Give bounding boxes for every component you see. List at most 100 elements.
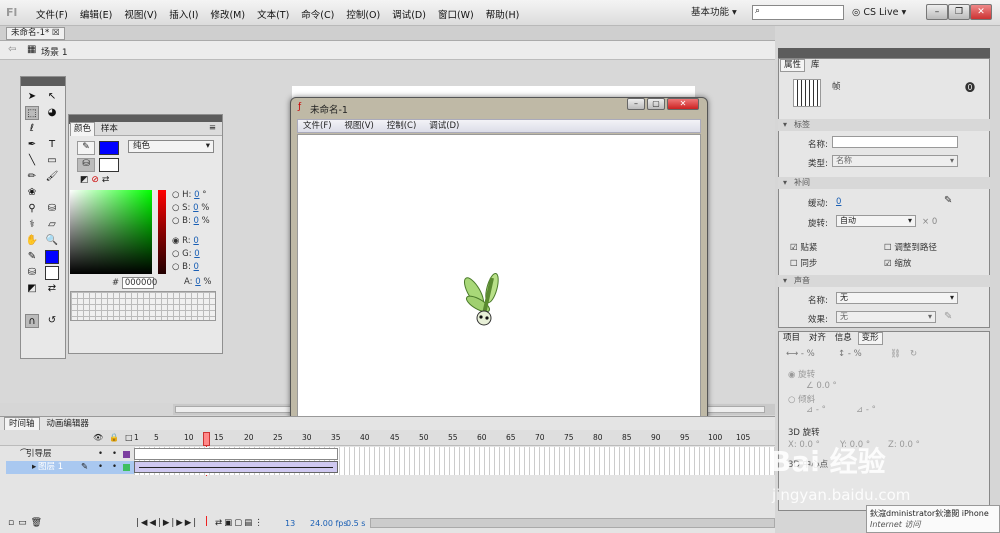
layer-visible-dot[interactable]: • [98,448,103,461]
free-transform-tool-icon[interactable]: ⬚ [25,106,39,120]
prev-frame-icon[interactable]: ◀| [149,518,162,528]
layer-visible-dot[interactable]: • [98,461,103,474]
next-frame-icon[interactable]: |▶ [171,518,184,528]
tab-info[interactable]: 信息 [832,333,855,344]
menu-insert[interactable]: 插入(I) [163,7,204,21]
current-frame[interactable]: 13 [285,519,295,528]
eraser-tool-icon[interactable]: ▱ [45,218,59,232]
menu-edit[interactable]: 编辑(E) [74,7,118,21]
rotate-radio[interactable]: ◉ 旋转 [788,368,815,380]
hex-field[interactable]: # 000000 [112,277,157,289]
fill-swatch[interactable] [99,158,119,172]
pencil-tool-icon[interactable]: ✏ [25,170,39,184]
hand-tool-icon[interactable]: ✋ [25,234,39,248]
snap-checkbox[interactable]: ☑ 贴紧 [790,241,817,253]
menu-view[interactable]: 视图(V) [118,7,163,21]
flash-close-button[interactable]: ✕ [667,98,699,110]
layer-guide[interactable]: ⌒ 引导层 • • [6,448,134,461]
frame-rate[interactable]: 24.00 fps [310,519,348,528]
flash-minimize-button[interactable]: – [627,98,645,110]
color-picker-field[interactable] [70,190,152,274]
fill-color-icon[interactable]: ⛁ [25,266,39,280]
paint-bucket-tool-icon[interactable]: ⛁ [45,202,59,216]
effect-select[interactable]: 无 ▾ [836,311,936,323]
hsb-h[interactable]: ○ H: 0 ° [172,190,206,200]
lasso-tool-icon[interactable]: ℓ [25,122,39,136]
panel-menu-icon[interactable]: ≡ [206,122,219,135]
minimize-button[interactable]: – [926,4,948,20]
eye-icon[interactable]: 👁 [93,433,109,442]
snap-magnet-icon[interactable]: ∩ [25,314,39,328]
flash-maximize-button[interactable]: ▢ [647,98,665,110]
smooth-icon[interactable]: ↺ [45,314,59,328]
tab-motion-editor[interactable]: 动画编辑器 [42,418,93,430]
layer-lock-dot[interactable]: • [112,448,117,461]
width-percent[interactable]: ⟷ - % [786,349,815,359]
flash-menu-control[interactable]: 控制(C) [382,121,422,131]
delete-layer-icon[interactable]: 🗑 [31,518,46,528]
edit-sound-icon[interactable]: ✎ [944,311,952,322]
back-arrow-icon[interactable]: ⇦ [8,44,16,55]
restore-button[interactable]: ❐ [948,4,970,20]
hsb-s[interactable]: ○ S: 0 % [172,203,209,213]
sync-checkbox[interactable]: ☐ 同步 [790,257,817,269]
swap-colors-icon[interactable]: ⇄ [102,175,110,185]
default-colors-icon[interactable]: ◩ [80,175,89,185]
stroke-color-icon[interactable]: ✎ [25,250,39,264]
rotate-value-field[interactable]: ∠ 0.0 ° [806,381,837,391]
tab-swatches[interactable]: 样本 [98,123,121,136]
last-frame-icon[interactable]: ▶| [185,518,198,528]
menu-window[interactable]: 窗口(W) [432,7,480,21]
hsb-b[interactable]: ○ B: 0 % [172,216,210,226]
menu-modify[interactable]: 修改(M) [204,7,251,21]
layer-1[interactable]: ▸ 图层 1 ✎ • • [6,461,134,474]
pen-tool-icon[interactable]: ✒ [25,138,39,152]
flash-menu-view[interactable]: 视图(V) [339,121,378,131]
guide-frames-span[interactable] [134,448,338,460]
swap-colors-icon[interactable]: ⇄ [45,282,59,296]
no-color-icon[interactable]: ⊘ [91,175,99,185]
first-frame-icon[interactable]: |◀ [136,518,149,528]
reset-icon[interactable]: ↻ [910,349,917,359]
tab-transform[interactable]: 变形 [857,332,883,345]
fill-type-select[interactable]: 纯色 ▾ [128,140,214,153]
new-layer-icon[interactable]: ▫ [8,518,18,528]
zoom-tool-icon[interactable]: 🔍 [45,234,59,248]
frame-ruler[interactable]: 1 5 10 15 20 25 30 35 40 45 50 55 60 65 … [134,433,775,445]
close-icon[interactable]: ☒ [52,28,60,38]
menu-control[interactable]: 控制(O) [340,7,386,21]
edit-ease-icon[interactable]: ✎ [944,195,952,206]
tab-color[interactable]: 颜色 [70,122,96,136]
edit-multiple-icon[interactable]: ▤ [244,518,254,528]
hue-slider[interactable] [158,190,166,274]
subselection-tool-icon[interactable]: ↖ [45,90,59,104]
stroke-swatch[interactable] [99,141,119,155]
skew-h-field[interactable]: ⊿ - ° [806,405,826,415]
line-tool-icon[interactable]: ╲ [25,154,39,168]
height-percent[interactable]: ↕ - % [838,349,862,359]
stroke-color-swatch[interactable] [45,250,59,264]
rectangle-tool-icon[interactable]: ▭ [45,154,59,168]
skew-radio[interactable]: ○ 倾斜 [788,393,815,405]
ease-value[interactable]: 0 [836,197,841,207]
tab-properties[interactable]: 属性 [780,59,806,72]
section-sound[interactable]: ▾ 声音 [778,275,990,287]
section-label[interactable]: ▾ 标签 [778,119,990,131]
tab-library[interactable]: 库 [808,60,823,71]
loop-icon[interactable]: ⇄ [215,518,224,528]
menu-commands[interactable]: 命令(C) [295,7,340,21]
3d-rotation-tool-icon[interactable]: ◕ [45,106,59,120]
stroke-pencil-icon[interactable]: ✎ [77,141,95,155]
onion-skin-icon[interactable]: ▣ [224,518,234,528]
cs-live-button[interactable]: ◎ CS Live ▾ [852,7,906,18]
workspace-switcher[interactable]: 基本功能 ▾ [686,4,746,21]
skew-v-field[interactable]: ⊿ - ° [856,405,876,415]
bone-tool-icon[interactable]: ⚲ [25,202,39,216]
help-icon[interactable]: ⓿ [965,79,975,94]
flash-menu-debug[interactable]: 调试(D) [424,121,464,131]
rot-z-field[interactable]: Z: 0.0 ° [888,440,920,450]
new-folder-icon[interactable]: ▭ [18,518,31,528]
selection-tool-icon[interactable]: ➤ [25,90,39,104]
brush-tool-icon[interactable]: 🖌 [45,170,59,184]
motion-tween-span[interactable] [134,461,338,473]
